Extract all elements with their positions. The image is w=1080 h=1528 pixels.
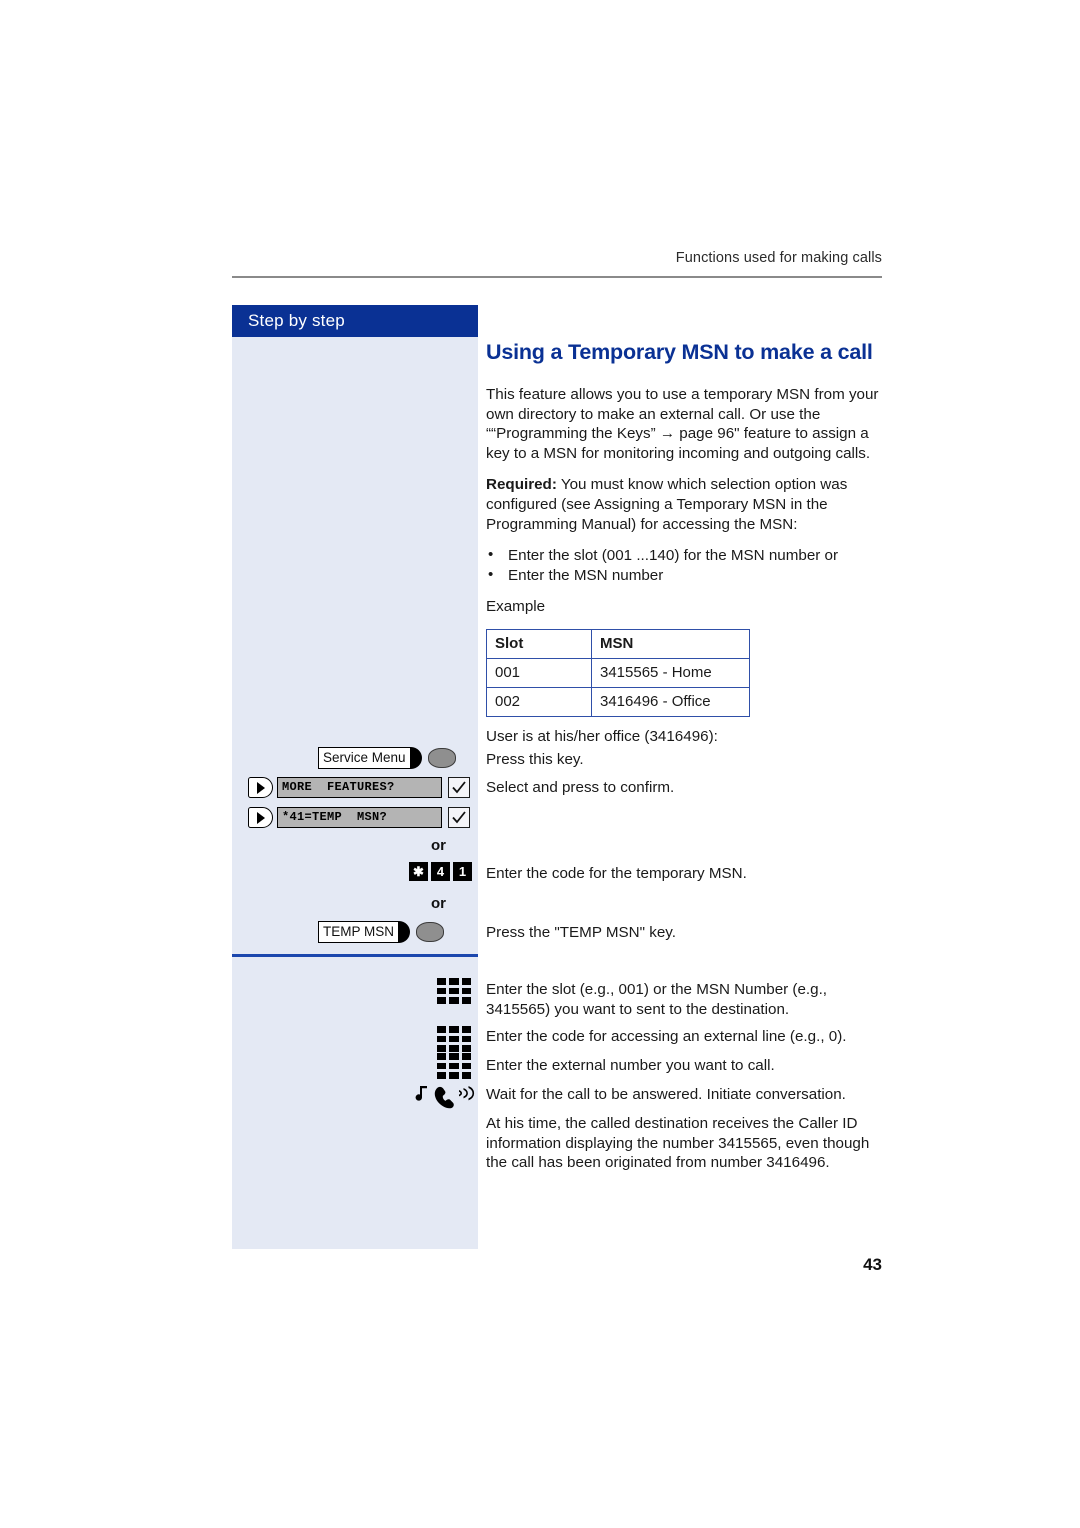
- cell-msn: 3416496 - Office: [591, 686, 750, 717]
- running-head: Functions used for making calls: [675, 250, 882, 266]
- step-description-external-number: Enter the external number you want to ca…: [486, 1057, 775, 1074]
- function-key-led-icon: [427, 748, 456, 768]
- display-text: *41=TEMP MSN?: [277, 807, 442, 828]
- user-note: User is at his/her office (3416496):: [486, 727, 718, 745]
- display-text: MORE FEATURES?: [277, 777, 442, 798]
- menu-row-more-features[interactable]: MORE FEATURES?: [248, 777, 470, 798]
- required-label: Required:: [486, 476, 557, 494]
- page-number: 43: [863, 1255, 882, 1274]
- required-paragraph: Required: You must know which selection …: [486, 475, 886, 534]
- step-description-enter-slot: Enter the slot (e.g., 001) or the MSN Nu…: [486, 981, 828, 1018]
- table-row: 002 3416496 - Office: [486, 686, 750, 717]
- key-1[interactable]: 1: [453, 862, 472, 881]
- next-arrow-icon[interactable]: [248, 807, 273, 828]
- step-description-caller-id-note: At his time, the called destination rece…: [486, 1115, 870, 1172]
- function-key-label: TEMP MSN: [318, 921, 400, 943]
- or-label-1: or: [431, 837, 446, 854]
- page-title: Using a Temporary MSN to make a call: [486, 340, 873, 364]
- step-description-wait-answer: Wait for the call to be answered. Initia…: [486, 1086, 846, 1103]
- step-description-select-confirm: Select and press to confirm.: [486, 779, 675, 796]
- function-key-temp-msn[interactable]: TEMP MSN: [318, 921, 445, 943]
- function-key-cap-icon: [398, 921, 411, 943]
- requirement-bullets: Enter the slot (001 ...140) for the MSN …: [486, 545, 886, 586]
- menu-row-temp-msn[interactable]: *41=TEMP MSN?: [248, 807, 470, 828]
- table-row: 001 3415565 - Home: [486, 657, 750, 688]
- function-key-cap-icon: [409, 747, 422, 769]
- sidebar-title: Step by step: [232, 305, 478, 337]
- cell-msn: 3415565 - Home: [591, 657, 750, 688]
- handset-ringing-icon: [415, 1083, 475, 1109]
- function-key-service-menu[interactable]: Service Menu: [318, 747, 456, 769]
- example-label: Example: [486, 598, 546, 616]
- sidebar-section-divider: [232, 954, 478, 957]
- step-description-external-line-code: Enter the code for accessing an external…: [486, 1028, 847, 1045]
- function-key-label: Service Menu: [318, 747, 411, 769]
- column-header-slot: Slot: [486, 628, 592, 659]
- step-description-press-key: Press this key.: [486, 751, 584, 768]
- step-description-enter-code: Enter the code for the temporary MSN.: [486, 865, 747, 882]
- key-asterisk[interactable]: ✱: [409, 862, 428, 881]
- cell-slot: 001: [486, 657, 592, 688]
- keypad-icon: [437, 1053, 471, 1079]
- checkmark-icon[interactable]: [448, 777, 470, 798]
- header-divider-rule: [232, 276, 882, 278]
- table-header-row: Slot MSN: [486, 628, 750, 659]
- or-label-2: or: [431, 895, 446, 912]
- step-description-press-temp-msn: Press the "TEMP MSN" key.: [486, 924, 676, 941]
- next-arrow-icon[interactable]: [248, 777, 273, 798]
- example-msn-table: Slot MSN 001 3415565 - Home 002 3416496 …: [486, 628, 750, 717]
- intro-paragraph: This feature allows you to use a tempora…: [486, 386, 879, 462]
- checkmark-icon[interactable]: [448, 807, 470, 828]
- column-header-msn: MSN: [591, 628, 750, 659]
- key-4[interactable]: 4: [431, 862, 450, 881]
- list-item: Enter the MSN number: [486, 565, 886, 586]
- cell-slot: 002: [486, 686, 592, 717]
- main-content: Using a Temporary MSN to make a call Thi…: [486, 340, 886, 759]
- function-key-led-icon: [416, 922, 445, 942]
- keypad-icon: [437, 978, 471, 1004]
- list-item: Enter the slot (001 ...140) for the MSN …: [486, 545, 886, 566]
- keypad-code-keys[interactable]: ✱ 4 1: [409, 862, 472, 881]
- keypad-icon: [437, 1026, 471, 1052]
